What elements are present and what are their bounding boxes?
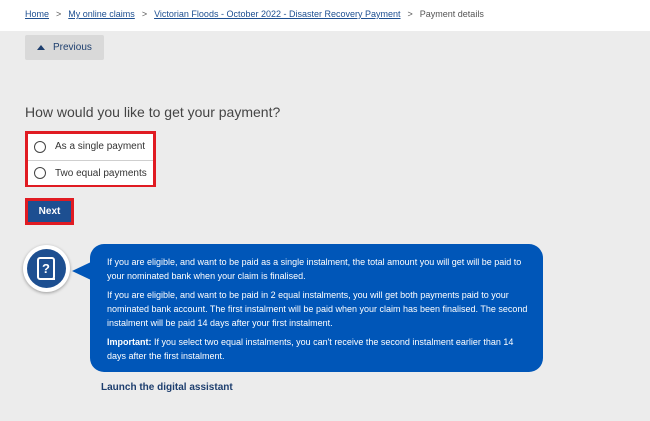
- info-paragraph-two: If you are eligible, and want to be paid…: [107, 290, 528, 328]
- breadcrumb-current: Payment details: [419, 9, 484, 19]
- question-book-icon: ?: [36, 256, 55, 280]
- important-label: Important:: [107, 337, 152, 347]
- important-text: If you select two equal instalments, you…: [107, 337, 514, 361]
- option-two-payments-label: Two equal payments: [55, 167, 147, 179]
- assistant-info-bubble: If you are eligible, and want to be paid…: [90, 244, 543, 372]
- speech-bubble-tail: [72, 262, 91, 280]
- help-icon-inner: ?: [27, 249, 66, 288]
- top-bar: Home > My online claims > Victorian Floods -…: [0, 0, 650, 31]
- info-paragraph-single: If you are eligible, and want to be paid…: [107, 257, 522, 281]
- option-single-payment[interactable]: As a single payment: [28, 134, 153, 159]
- info-paragraph-important: Important: If you select two equal insta…: [107, 335, 529, 363]
- svg-text:?: ?: [42, 261, 50, 276]
- previous-button-label: Previous: [53, 42, 92, 53]
- radio-button-single[interactable]: [34, 140, 46, 153]
- breadcrumb-separator: >: [407, 9, 413, 19]
- next-button[interactable]: Next: [28, 201, 71, 222]
- payment-question: How would you like to get your payment?: [25, 104, 281, 120]
- radio-button-two[interactable]: [34, 167, 46, 179]
- breadcrumb: Home > My online claims > Victorian Floods -…: [25, 9, 484, 19]
- payment-option-group: As a single payment Two equal payments: [25, 131, 156, 187]
- help-book-icon: ?: [23, 245, 70, 292]
- breadcrumb-separator: >: [56, 9, 62, 19]
- breadcrumb-my-claims-link[interactable]: My online claims: [68, 9, 135, 19]
- previous-button[interactable]: Previous: [25, 35, 104, 60]
- breadcrumb-claim-link[interactable]: Victorian Floods - October 2022 - Disast…: [154, 9, 400, 19]
- breadcrumb-home-link[interactable]: Home: [25, 9, 49, 19]
- option-two-payments[interactable]: Two equal payments: [28, 160, 153, 185]
- option-single-payment-label: As a single payment: [55, 141, 146, 152]
- launch-digital-assistant-link[interactable]: Launch the digital assistant: [101, 382, 233, 393]
- chevron-up-icon: [37, 45, 45, 50]
- next-button-highlight: Next: [25, 198, 74, 225]
- breadcrumb-separator: >: [141, 9, 148, 19]
